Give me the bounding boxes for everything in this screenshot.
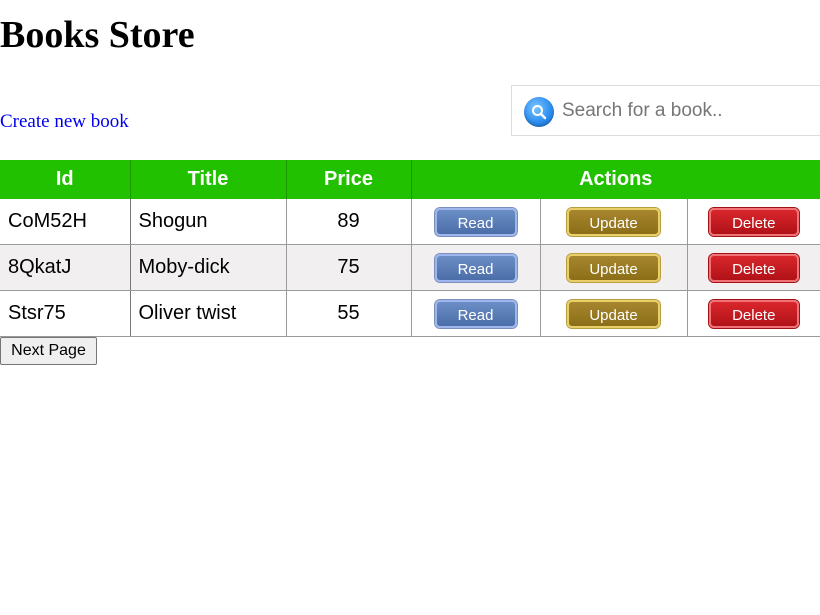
next-page-button[interactable]: Next Page xyxy=(0,337,97,365)
search-input[interactable] xyxy=(562,96,817,126)
update-button[interactable]: Update xyxy=(567,253,660,282)
search-box xyxy=(511,85,820,136)
book-title: Moby-dick xyxy=(129,244,286,291)
search-icon[interactable] xyxy=(524,97,554,127)
read-button[interactable]: Read xyxy=(434,253,517,282)
update-button[interactable]: Update xyxy=(567,299,660,328)
delete-button[interactable]: Delete xyxy=(708,253,799,282)
update-button[interactable]: Update xyxy=(567,207,660,236)
column-header-title: Title xyxy=(129,160,286,199)
table-header-row: Id Title Price Actions xyxy=(0,160,820,199)
delete-cell: Delete xyxy=(686,199,820,245)
read-button[interactable]: Read xyxy=(434,207,517,236)
book-id: CoM52H xyxy=(0,199,131,245)
book-id: Stsr75 xyxy=(0,290,131,337)
book-price: 55 xyxy=(285,290,411,337)
table-row: Stsr75 Oliver twist 55 Read Update Delet… xyxy=(0,290,820,337)
book-price: 75 xyxy=(285,244,411,291)
delete-button[interactable]: Delete xyxy=(708,207,799,236)
book-id: 8QkatJ xyxy=(0,244,131,291)
column-header-id: Id xyxy=(0,160,130,199)
update-cell: Update xyxy=(539,290,687,337)
table-row: 8QkatJ Moby-dick 75 Read Update Delete xyxy=(0,244,820,291)
column-header-actions: Actions xyxy=(410,160,820,199)
book-title: Shogun xyxy=(129,199,286,245)
read-cell: Read xyxy=(410,199,540,245)
book-price: 89 xyxy=(285,199,411,245)
books-table: Id Title Price Actions CoM52H Shogun 89 … xyxy=(0,160,820,337)
read-cell: Read xyxy=(410,290,540,337)
read-button[interactable]: Read xyxy=(434,299,517,328)
delete-cell: Delete xyxy=(686,290,820,337)
delete-cell: Delete xyxy=(686,244,820,291)
table-row: CoM52H Shogun 89 Read Update Delete xyxy=(0,199,820,245)
update-cell: Update xyxy=(539,199,687,245)
update-cell: Update xyxy=(539,244,687,291)
delete-button[interactable]: Delete xyxy=(708,299,799,328)
column-header-price: Price xyxy=(285,160,411,199)
read-cell: Read xyxy=(410,244,540,291)
create-new-book-link[interactable]: Create new book xyxy=(0,111,129,133)
book-title: Oliver twist xyxy=(129,290,286,337)
page-title: Books Store xyxy=(0,14,195,56)
